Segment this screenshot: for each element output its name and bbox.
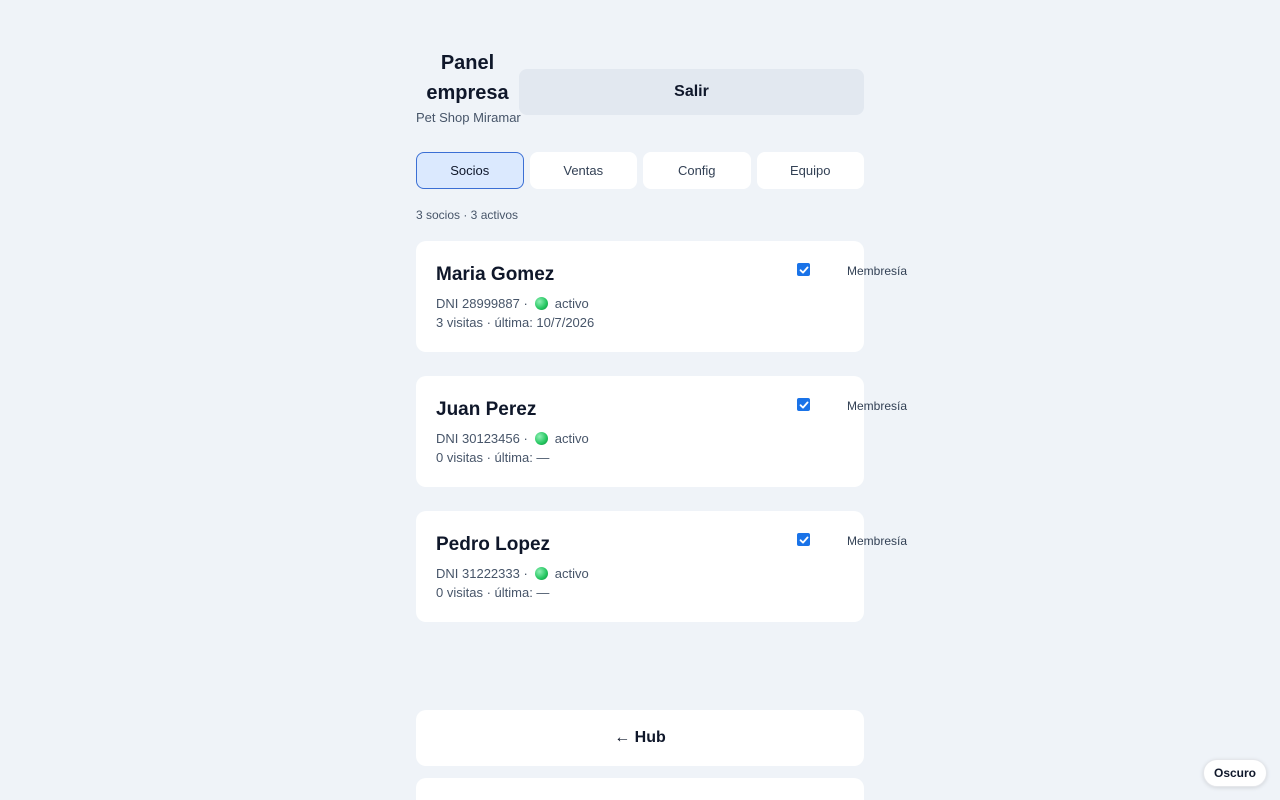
membership-checkbox[interactable] [797, 263, 810, 276]
member-name: Maria Gomez [436, 264, 555, 285]
status-dot-icon [534, 297, 548, 310]
bottom-card[interactable] [416, 778, 864, 800]
checkmark-icon [799, 266, 808, 273]
member-dni: DNI 31222333 · [436, 566, 528, 581]
checkmark-icon [799, 536, 808, 543]
tab-equipo[interactable]: Equipo [756, 152, 864, 189]
status-dot-icon [534, 432, 548, 445]
business-name: Pet Shop Miramar [416, 110, 521, 125]
tab-ventas[interactable]: Ventas [529, 152, 637, 189]
member-name: Juan Perez [436, 399, 537, 420]
dark-mode-toggle[interactable]: Oscuro [1203, 759, 1267, 787]
page-title: Panel empresa [426, 52, 509, 104]
tab-socios[interactable]: Socios [416, 152, 524, 189]
membership-checkbox[interactable] [797, 398, 810, 411]
title-block: Panel empresa Pet Shop Miramar [416, 48, 521, 125]
member-status: activo [554, 431, 589, 446]
member-status: activo [554, 566, 589, 581]
member-card[interactable]: Pedro Lopez DNI 31222333 · activo 0 visi… [416, 511, 907, 622]
member-name: Pedro Lopez [436, 534, 551, 555]
checkmark-icon [799, 401, 808, 408]
members-summary: 3 socios · 3 activos [416, 208, 519, 222]
logout-button[interactable]: Salir [519, 69, 864, 115]
company-panel-page: Panel empresa Pet Shop Miramar Salir Soc… [0, 0, 1280, 800]
header: Panel empresa Pet Shop Miramar Salir [416, 48, 864, 128]
member-visits: 0 visitas · última: — [436, 450, 550, 465]
membership-label: Membresía [847, 534, 908, 548]
member-status: activo [554, 296, 589, 311]
tab-config[interactable]: Config [643, 152, 751, 189]
member-id-status: DNI 30123456 · activo [436, 431, 589, 446]
status-dot-icon [534, 567, 548, 580]
member-card[interactable]: Maria Gomez DNI 28999887 · activo 3 visi… [416, 241, 907, 352]
membership-label: Membresía [847, 399, 908, 413]
tab-bar: Socios Ventas Config Equipo [416, 152, 864, 189]
hub-button[interactable]: ← Hub [416, 710, 864, 766]
membership-checkbox[interactable] [797, 533, 810, 546]
member-dni: DNI 28999887 · [436, 296, 528, 311]
member-id-status: DNI 31222333 · activo [436, 566, 589, 581]
membership-label: Membresía [847, 264, 908, 278]
member-id-status: DNI 28999887 · activo [436, 296, 589, 311]
member-visits: 3 visitas · última: 10/7/2026 [436, 315, 595, 330]
member-list: Maria Gomez DNI 28999887 · activo 3 visi… [416, 241, 936, 646]
member-visits: 0 visitas · última: — [436, 585, 550, 600]
member-card[interactable]: Juan Perez DNI 30123456 · activo 0 visit… [416, 376, 907, 487]
member-dni: DNI 30123456 · [436, 431, 528, 446]
